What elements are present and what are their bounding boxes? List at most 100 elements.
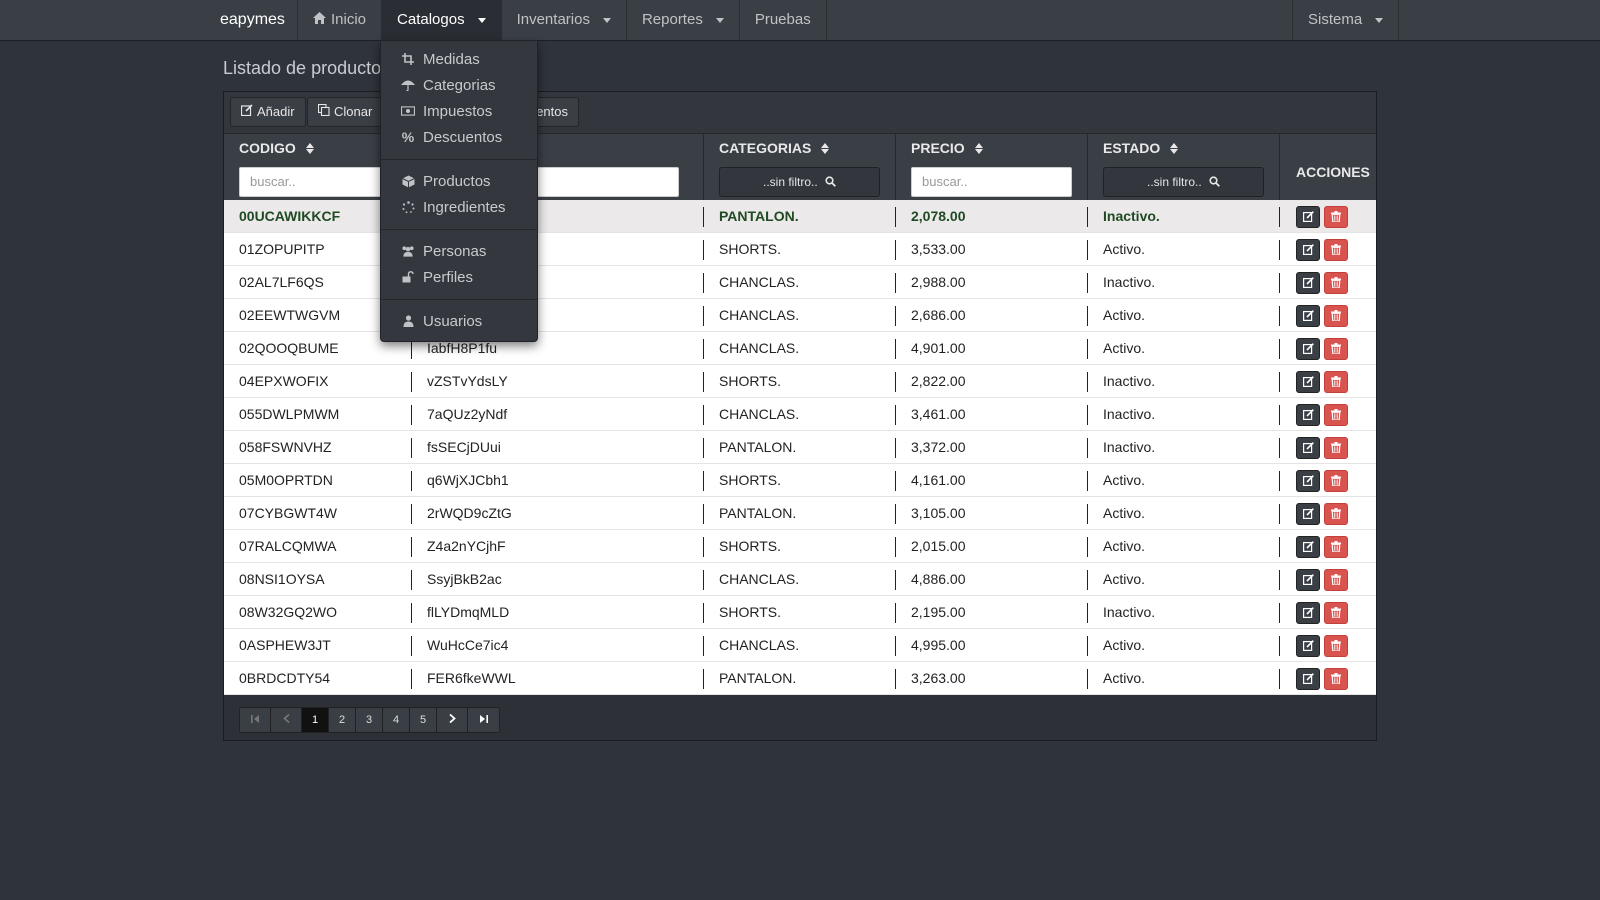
edit-row-button[interactable] <box>1296 371 1320 393</box>
header-precio[interactable]: PRECIO <box>911 140 983 156</box>
table-row[interactable]: 0BRDCDTY54 FER6fkeWWL PANTALON. 3,263.00 Act… <box>224 662 1376 695</box>
hidden-button-label: entos <box>536 104 568 119</box>
nav-item-inventarios[interactable]: Inventarios <box>502 0 627 40</box>
delete-row-button[interactable] <box>1324 371 1348 393</box>
header-categorias[interactable]: CATEGORIAS <box>719 140 830 156</box>
header-codigo[interactable]: CODIGO <box>239 140 314 156</box>
edit-row-button[interactable] <box>1296 239 1320 261</box>
catalogos-dropdown-menu: Medidas Categorias Impuestos % Descuento… <box>380 40 538 342</box>
delete-row-button[interactable] <box>1324 437 1348 459</box>
table-row[interactable]: 055DWLPMWM 7aQUz2yNdf CHANCLAS. 3,461.00 Ina… <box>224 398 1376 431</box>
edit-row-button[interactable] <box>1296 437 1320 459</box>
edit-row-button[interactable] <box>1296 635 1320 657</box>
delete-row-button[interactable] <box>1324 668 1348 690</box>
menu-item-label: Descuentos <box>423 128 503 146</box>
menu-item-label: Medidas <box>423 50 480 68</box>
column-divider <box>1279 504 1280 524</box>
trash-icon <box>1331 341 1341 357</box>
edit-icon <box>1302 638 1314 654</box>
cell-categoria: CHANCLAS. <box>719 571 800 587</box>
page-button[interactable]: 2 <box>329 708 356 732</box>
edit-row-button[interactable] <box>1296 206 1320 228</box>
menu-item-descuentos[interactable]: % Descuentos <box>401 127 502 147</box>
cell-nombre: flLYDmqMLD <box>427 604 510 620</box>
last-page-button[interactable] <box>468 708 499 732</box>
delete-row-button[interactable] <box>1324 272 1348 294</box>
nav-item-sistema[interactable]: Sistema <box>1293 0 1400 40</box>
edit-row-button[interactable] <box>1296 536 1320 558</box>
first-page-button[interactable] <box>240 708 271 732</box>
cell-nombre: q6WjXJCbh1 <box>427 472 509 488</box>
nav-item-inicio[interactable]: Inicio <box>298 0 383 40</box>
cell-codigo: 02QOOQBUME <box>239 340 339 356</box>
cell-estado: Activo. <box>1103 538 1146 554</box>
column-divider <box>411 372 412 392</box>
edit-icon <box>1302 242 1314 258</box>
menu-item-productos[interactable]: Productos <box>401 171 491 191</box>
delete-row-button[interactable] <box>1324 404 1348 426</box>
page-button[interactable]: 1 <box>302 708 329 732</box>
edit-row-button[interactable] <box>1296 602 1320 624</box>
column-divider <box>1087 669 1088 689</box>
table-row[interactable]: 08NSI1OYSA SsyjBkB2ac CHANCLAS. 4,886.00 Act… <box>224 563 1376 596</box>
table-row[interactable]: 0ASPHEW3JT WuHcCe7ic4 CHANCLAS. 4,995.00 Act… <box>224 629 1376 662</box>
delete-row-button[interactable] <box>1324 602 1348 624</box>
clone-button[interactable]: Clonar <box>307 97 384 127</box>
trash-icon <box>1331 275 1341 291</box>
cell-codigo: 07CYBGWT4W <box>239 505 338 521</box>
menu-item-usuarios[interactable]: Usuarios <box>401 311 482 331</box>
delete-row-button[interactable] <box>1324 635 1348 657</box>
nav-item-catalogos[interactable]: Catalogos <box>382 0 502 40</box>
table-row[interactable]: 08W32GQ2WO flLYDmqMLD SHORTS. 2,195.00 Inact… <box>224 596 1376 629</box>
nav-item-reportes[interactable]: Reportes <box>627 0 740 40</box>
delete-row-button[interactable] <box>1324 305 1348 327</box>
percent-icon: % <box>401 129 415 145</box>
page-button[interactable]: 4 <box>383 708 410 732</box>
delete-row-button[interactable] <box>1324 536 1348 558</box>
edit-icon <box>1302 275 1314 291</box>
filter-categorias-button[interactable]: ..sin filtro.. <box>719 167 880 197</box>
edit-row-button[interactable] <box>1296 338 1320 360</box>
edit-row-button[interactable] <box>1296 668 1320 690</box>
table-row[interactable]: 07CYBGWT4W 2rWQD9cZtG PANTALON. 3,105.00 Act… <box>224 497 1376 530</box>
delete-row-button[interactable] <box>1324 206 1348 228</box>
filter-estado-button[interactable]: ..sin filtro.. <box>1103 167 1264 197</box>
menu-item-ingredientes[interactable]: Ingredientes <box>401 197 506 217</box>
edit-row-button[interactable] <box>1296 470 1320 492</box>
edit-row-button[interactable] <box>1296 569 1320 591</box>
cell-categoria: SHORTS. <box>719 604 781 620</box>
nav-item-pruebas[interactable]: Pruebas <box>740 0 827 40</box>
delete-row-button[interactable] <box>1324 470 1348 492</box>
search-precio-input[interactable]: buscar.. <box>911 167 1072 197</box>
menu-item-impuestos[interactable]: Impuestos <box>401 101 492 121</box>
edit-row-button[interactable] <box>1296 272 1320 294</box>
next-page-button[interactable] <box>437 708 468 732</box>
nav-item-label: Reportes <box>641 11 703 28</box>
table-row[interactable]: 04EPXWOFIX vZSTvYdsLY SHORTS. 2,822.00 Inact… <box>224 365 1376 398</box>
edit-row-button[interactable] <box>1296 404 1320 426</box>
menu-item-perfiles[interactable]: Perfiles <box>401 267 473 287</box>
table-row[interactable]: 05M0OPRTDN q6WjXJCbh1 SHORTS. 4,161.00 Activ… <box>224 464 1376 497</box>
trash-icon <box>1331 605 1341 621</box>
delete-row-button[interactable] <box>1324 338 1348 360</box>
caret-down-icon <box>715 17 724 23</box>
add-button[interactable]: Añadir <box>230 97 306 127</box>
prev-page-button[interactable] <box>271 708 302 732</box>
delete-row-button[interactable] <box>1324 569 1348 591</box>
brand-link[interactable]: eapymes <box>205 0 298 40</box>
table-row[interactable]: 058FSWNVHZ fsSECjDUui PANTALON. 3,372.00 Ina… <box>224 431 1376 464</box>
edit-row-button[interactable] <box>1296 503 1320 525</box>
page-button[interactable]: 5 <box>410 708 437 732</box>
header-estado[interactable]: ESTADO <box>1103 140 1179 156</box>
menu-item-categorias[interactable]: Categorias <box>401 75 496 95</box>
delete-row-button[interactable] <box>1324 503 1348 525</box>
menu-item-personas[interactable]: Personas <box>401 241 486 261</box>
delete-row-button[interactable] <box>1324 239 1348 261</box>
menu-item-medidas[interactable]: Medidas <box>401 49 480 69</box>
nav-item-label: Inicio <box>331 11 367 28</box>
page-button[interactable]: 3 <box>356 708 383 732</box>
menu-item-label: Impuestos <box>423 102 493 120</box>
edit-row-button[interactable] <box>1296 305 1320 327</box>
table-row[interactable]: 07RALCQMWA Z4a2nYCjhF SHORTS. 2,015.00 Activ… <box>224 530 1376 563</box>
column-divider <box>703 134 704 201</box>
